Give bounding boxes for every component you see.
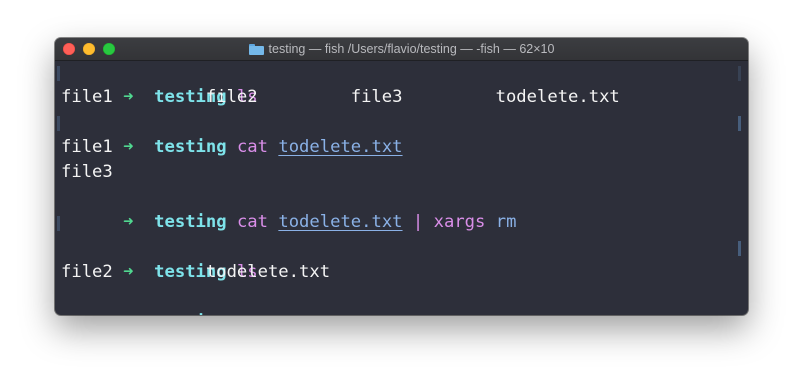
window-title-text: testing — fish /Users/flavio/testing — -…	[268, 42, 555, 56]
output-line: file2 todelete.txt	[61, 262, 331, 282]
scrollback-mark	[738, 66, 741, 81]
prompt-directory: testing	[154, 312, 226, 315]
output-line: file1	[61, 137, 113, 157]
prompt-line: ➜ testing ls	[61, 235, 741, 282]
prompt-line: ➜ testing cat todelete.txt	[57, 110, 741, 157]
arrow-right-icon: ➜	[123, 312, 133, 315]
scrollback-mark	[738, 116, 741, 131]
scrollback-mark	[57, 66, 60, 81]
window-title: testing — fish /Users/flavio/testing — -…	[55, 38, 748, 60]
prompt-line: ➜ testing ls	[57, 60, 741, 107]
title-bar[interactable]: testing — fish /Users/flavio/testing — -…	[55, 38, 748, 61]
scrollback-mark	[738, 241, 741, 256]
output-line: file3	[61, 162, 113, 182]
folder-icon	[248, 43, 264, 55]
output-line: file1 file2 file3 todelete.txt	[61, 87, 620, 107]
scrollback-mark	[57, 216, 60, 231]
output-line	[57, 210, 741, 235]
prompt-line: ➜ testing cat todelete.txt | xargs rm	[61, 185, 741, 232]
prompt-line[interactable]: ➜ testing	[61, 285, 741, 315]
terminal-window: testing — fish /Users/flavio/testing — -…	[55, 38, 748, 315]
scrollback-mark	[57, 116, 60, 131]
terminal-content[interactable]: ➜ testing ls file1 file2 file3 todelete.…	[57, 60, 741, 315]
